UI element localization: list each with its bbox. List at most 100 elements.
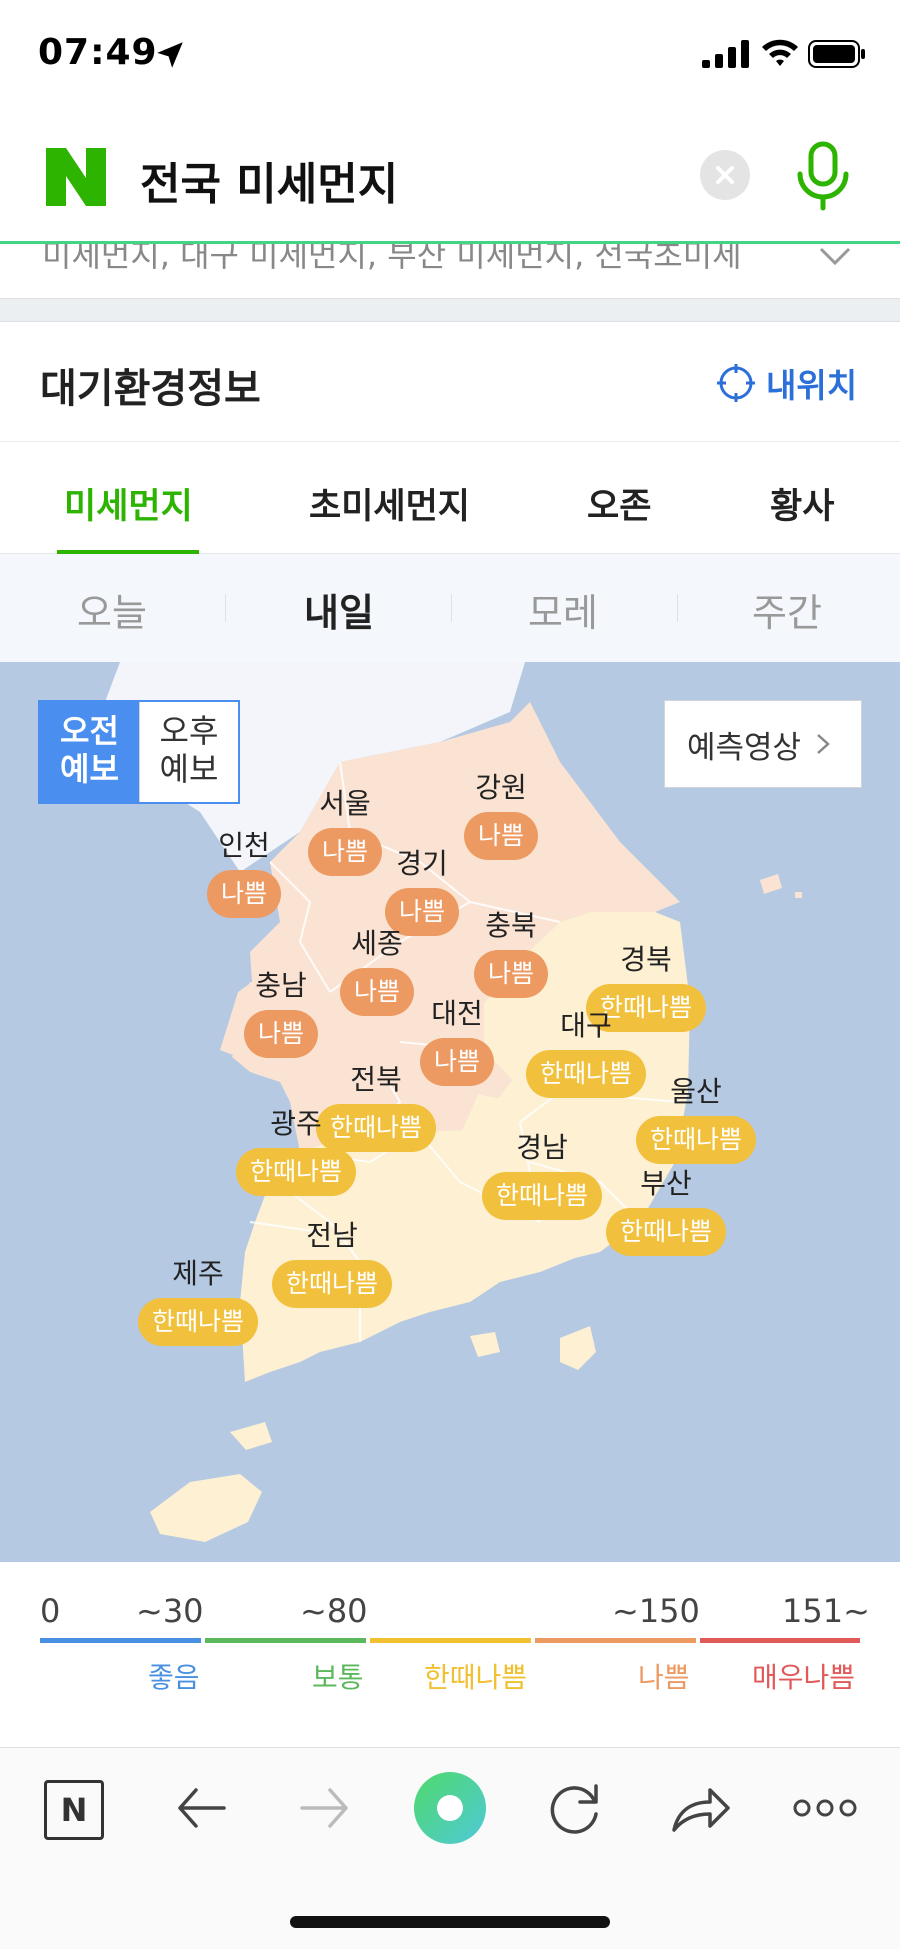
forecast-video-button[interactable]: 예측영상: [664, 700, 862, 788]
region-name: 강원: [475, 771, 527, 804]
related-search-text[interactable]: 미세먼지, 대구 미세먼지, 부산 미세먼지, 전국초미세: [42, 244, 802, 276]
am-forecast-button[interactable]: 오전 예보: [40, 702, 139, 802]
region-jeonnam[interactable]: 전남 한때나쁨: [272, 1214, 393, 1308]
status-badge: 나쁨: [464, 812, 539, 860]
region-name: 경남: [516, 1131, 568, 1164]
status-badge: 한때나쁨: [138, 1298, 259, 1346]
am-forecast-line2: 예보: [60, 750, 119, 788]
region-name: 충남: [255, 969, 307, 1002]
pm-forecast-line2: 예보: [159, 750, 219, 788]
search-header: 전국 미세먼지 미세먼지, 대구 미세먼지, 부산 미세먼지, 전국초미세: [0, 110, 900, 274]
share-icon[interactable]: [670, 1778, 732, 1838]
related-searches[interactable]: 미세먼지, 대구 미세먼지, 부산 미세먼지, 전국초미세: [0, 244, 900, 298]
tab-yellow-dust[interactable]: 황사: [770, 478, 834, 529]
more-icon[interactable]: [792, 1778, 858, 1838]
close-icon: [716, 166, 734, 184]
status-badge: 한때나쁨: [636, 1116, 757, 1164]
status-badge: 나쁨: [244, 1010, 319, 1058]
legend-label-good: 좋음: [148, 1661, 200, 1694]
clear-search-button[interactable]: [700, 150, 750, 200]
region-name: 서울: [319, 787, 371, 820]
day-tab-today[interactable]: 오늘: [77, 582, 147, 637]
status-time: 07:49: [38, 32, 158, 73]
wifi-icon: [762, 39, 798, 66]
region-name: 대구: [560, 1009, 612, 1042]
status-badge: 나쁨: [308, 828, 383, 876]
home-indicator[interactable]: [290, 1916, 610, 1928]
pm-forecast-line1: 오후: [159, 712, 219, 750]
my-location-button[interactable]: 내위치: [716, 360, 857, 406]
pollutant-tabs: 미세먼지 초미세먼지 오존 황사: [0, 442, 900, 554]
status-badge: 한때나쁨: [526, 1050, 647, 1098]
region-name: 광주: [270, 1107, 322, 1140]
battery-icon: [808, 40, 865, 68]
region-gwangju[interactable]: 광주 한때나쁨: [236, 1102, 357, 1196]
forward-arrow-icon[interactable]: [298, 1778, 352, 1838]
day-tab-weekly[interactable]: 주간: [752, 582, 822, 637]
region-name: 대전: [431, 997, 483, 1030]
day-tab-separator: [225, 594, 226, 622]
naver-logo-icon[interactable]: [46, 148, 106, 206]
crosshair-icon: [717, 364, 755, 402]
region-name: 전남: [306, 1219, 358, 1252]
region-name: 인천: [218, 829, 270, 862]
region-sejong[interactable]: 세종 나쁨: [340, 922, 415, 1016]
legend-label-very-bad: 매우나쁨: [752, 1661, 856, 1694]
region-busan[interactable]: 부산 한때나쁨: [606, 1162, 727, 1256]
search-input[interactable]: 전국 미세먼지: [140, 148, 398, 212]
chevron-down-icon[interactable]: [818, 246, 852, 268]
dust-map: 오전 예보 오후 예보 예측영상 강원 나쁨 서울 나쁨 인천 나쁨 경기 나쁨…: [0, 662, 900, 1562]
naver-home-button[interactable]: N: [44, 1780, 104, 1840]
status-badge: 나쁨: [474, 950, 549, 998]
refresh-icon[interactable]: [546, 1778, 604, 1838]
back-arrow-icon[interactable]: [174, 1778, 228, 1838]
legend-bar-good: [40, 1638, 201, 1643]
legend-label-bad: 나쁨: [638, 1661, 690, 1694]
status-badge: 나쁨: [207, 870, 282, 918]
legend-number: ~150: [612, 1592, 700, 1630]
legend-bar-bad: [535, 1638, 696, 1643]
day-tab-tomorrow[interactable]: 내일: [304, 582, 374, 637]
status-badge: 한때나쁨: [606, 1208, 727, 1256]
region-name: 부산: [640, 1167, 692, 1200]
legend-label-normal: 보통: [312, 1661, 364, 1694]
region-ulsan[interactable]: 울산 한때나쁨: [636, 1070, 757, 1164]
region-name: 전북: [350, 1063, 402, 1096]
legend-label-sometimes-bad: 한때나쁨: [424, 1661, 528, 1694]
legend-number: ~30: [136, 1592, 204, 1630]
region-gyeongnam[interactable]: 경남 한때나쁨: [482, 1126, 603, 1220]
my-location-label: 내위치: [766, 366, 858, 405]
status-bar: 07:49: [0, 0, 900, 110]
region-chungbuk[interactable]: 충북 나쁨: [474, 904, 549, 998]
region-chungnam[interactable]: 충남 나쁨: [244, 964, 319, 1058]
am-forecast-line1: 오전: [60, 712, 119, 750]
region-name: 경기: [396, 847, 448, 880]
legend-bar-sometimes-bad: [370, 1638, 531, 1643]
status-badge: 한때나쁨: [272, 1260, 393, 1308]
region-jeju[interactable]: 제주 한때나쁨: [138, 1252, 259, 1346]
microphone-icon[interactable]: [790, 140, 856, 214]
pm-forecast-button[interactable]: 오후 예보: [139, 702, 238, 802]
legend-number: 151~: [782, 1592, 870, 1630]
region-incheon[interactable]: 인천 나쁨: [207, 824, 282, 918]
status-badge: 한때나쁨: [236, 1148, 357, 1196]
tab-ozone[interactable]: 오존: [587, 478, 651, 529]
region-name: 세종: [351, 927, 403, 960]
region-daegu[interactable]: 대구 한때나쁨: [526, 1004, 647, 1098]
section-title: 대기환경정보: [40, 366, 261, 412]
cellular-signal-icon: [702, 40, 749, 68]
day-tab-day-after[interactable]: 모레: [528, 582, 598, 637]
legend-number: ~80: [300, 1592, 368, 1630]
forecast-video-label: 예측영상: [687, 729, 802, 766]
chevron-right-icon: [817, 734, 830, 754]
region-name: 울산: [670, 1075, 722, 1108]
dust-level-legend: 0 ~30 ~80 ~150 151~ 좋음 보통 한때나쁨 나쁨 매우나쁨: [0, 1562, 900, 1747]
tab-ultrafine-dust[interactable]: 초미세먼지: [309, 478, 470, 529]
status-badge: 나쁨: [340, 968, 415, 1016]
region-name: 충북: [485, 909, 537, 942]
region-gangwon[interactable]: 강원 나쁨: [464, 766, 539, 860]
region-seoul[interactable]: 서울 나쁨: [308, 782, 383, 876]
green-dot-menu-icon[interactable]: [412, 1770, 488, 1846]
region-name: 경북: [620, 943, 672, 976]
tab-fine-dust[interactable]: 미세먼지: [64, 478, 193, 529]
